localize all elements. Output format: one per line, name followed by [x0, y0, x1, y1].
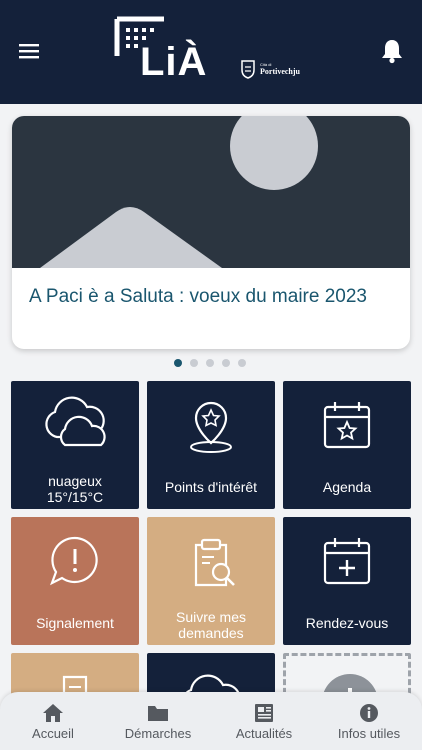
- news-card[interactable]: A Paci è a Saluta : voeux du maire 2023: [12, 116, 410, 349]
- info-icon: [357, 702, 381, 724]
- calendar-star-icon: [283, 395, 411, 461]
- bell-icon[interactable]: [380, 38, 404, 64]
- news-title: A Paci è a Saluta : voeux du maire 2023: [29, 286, 367, 307]
- hamburger-menu-icon[interactable]: [14, 36, 44, 66]
- tile-agenda-label: Agenda: [322, 479, 372, 495]
- tile-points-of-interest[interactable]: Points d'intérêt: [147, 381, 275, 509]
- alert-bubble-icon: [11, 531, 139, 597]
- carousel-dot[interactable]: [222, 359, 230, 367]
- calendar-plus-icon: [283, 531, 411, 597]
- cloud-icon: [11, 389, 139, 455]
- clipboard-search-icon: [147, 531, 275, 597]
- city-logo: Cità di Portivechju: [240, 58, 312, 80]
- tab-actualites[interactable]: Actualités: [211, 692, 317, 750]
- tab-infos-utiles[interactable]: Infos utiles: [316, 692, 422, 750]
- home-icon: [41, 702, 65, 724]
- image-placeholder-icon: [12, 116, 410, 268]
- tab-accueil-label: Accueil: [32, 726, 74, 741]
- carousel-dot[interactable]: [206, 359, 214, 367]
- tab-actualites-label: Actualités: [235, 726, 293, 741]
- tile-agenda[interactable]: Agenda: [283, 381, 411, 509]
- bottom-tab-bar: Accueil Démarches Actualités Infos utile…: [0, 692, 422, 750]
- carousel-dot-active[interactable]: [174, 359, 182, 367]
- tab-infos-label: Infos utiles: [337, 726, 401, 741]
- carousel-dot[interactable]: [190, 359, 198, 367]
- carousel-pagination: [174, 359, 246, 367]
- tile-signalement[interactable]: Signalement: [11, 517, 139, 645]
- city-crest-icon: [241, 60, 255, 79]
- tile-signalement-label: Signalement: [36, 615, 114, 631]
- map-pin-star-icon: [147, 395, 275, 461]
- tile-weather[interactable]: nuageux 15°/15°C: [11, 381, 139, 509]
- tile-suivre-demandes[interactable]: Suivre mes demandes: [147, 517, 275, 645]
- tile-weather-label: nuageux 15°/15°C: [46, 473, 104, 505]
- folder-icon: [146, 702, 170, 724]
- tile-rendez-vous[interactable]: Rendez-vous: [283, 517, 411, 645]
- tab-accueil[interactable]: Accueil: [0, 692, 106, 750]
- tile-rendez-vous-label: Rendez-vous: [305, 615, 389, 631]
- tab-demarches-label: Démarches: [124, 726, 192, 741]
- tab-demarches[interactable]: Démarches: [105, 692, 211, 750]
- tile-points-label: Points d'intérêt: [164, 479, 258, 495]
- city-name: Portivechju: [260, 67, 300, 76]
- tile-suivre-label: Suivre mes demandes: [175, 609, 247, 641]
- newspaper-icon: [252, 702, 276, 724]
- carousel-dot[interactable]: [238, 359, 246, 367]
- app-logo-text: LiÀ: [140, 40, 208, 84]
- app-header: LiÀ Cità di Portivechju: [0, 0, 422, 104]
